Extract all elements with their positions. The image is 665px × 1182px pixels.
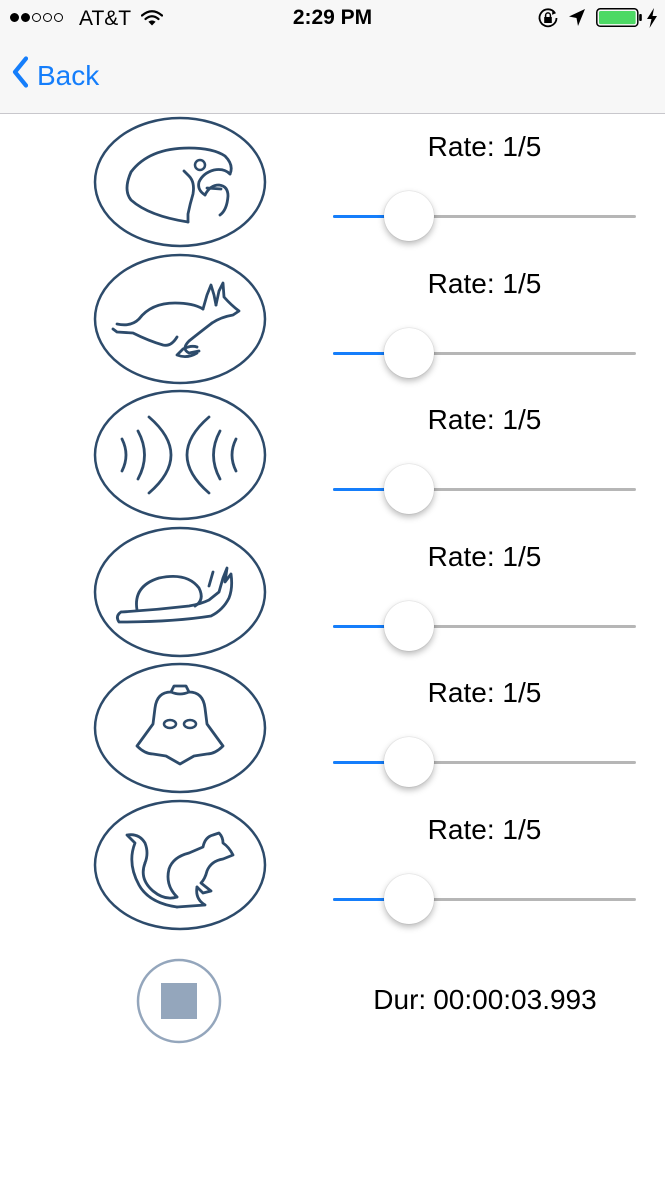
echo-waves-icon xyxy=(93,389,267,521)
rate-label: Rate: 1/5 xyxy=(427,131,542,162)
echo-effect-button[interactable] xyxy=(93,389,267,521)
clock: 2:29 PM xyxy=(292,6,373,29)
rabbit-effect-button[interactable] xyxy=(93,253,267,385)
duration-label: Dur: xyxy=(373,984,427,1015)
darth-vader-icon xyxy=(93,663,267,794)
rate-label: Rate: 1/5 xyxy=(427,404,542,436)
duration-value: 00:00:03.993 xyxy=(433,984,597,1015)
rate-slider[interactable] xyxy=(333,600,636,651)
rate-label: Rate: 1/5 xyxy=(427,267,542,299)
rate-slider[interactable] xyxy=(333,327,636,378)
rabbit-icon xyxy=(93,253,267,384)
slider-thumb[interactable] xyxy=(383,873,434,924)
rate-label: Rate: 1/5 xyxy=(427,540,542,572)
effect-row-parrot: Rate: 1/5 xyxy=(0,114,665,251)
location-arrow-icon xyxy=(568,8,586,33)
slider-thumb[interactable] xyxy=(383,327,434,378)
snail-icon xyxy=(93,526,267,658)
charging-bolt-icon xyxy=(646,8,658,33)
rotation-lock-icon xyxy=(537,7,559,34)
chevron-left-icon xyxy=(12,56,29,95)
stop-button[interactable] xyxy=(136,958,222,1044)
parrot-effect-button[interactable] xyxy=(93,116,267,248)
squirrel-effect-button[interactable] xyxy=(93,799,267,931)
effect-row-echo: Rate: 1/5 xyxy=(0,387,665,524)
navigation-bar: Back xyxy=(0,40,665,114)
slider-thumb[interactable] xyxy=(383,464,434,515)
rate-label: Rate: 1/5 xyxy=(427,813,542,845)
duration-readout: Dur: 00:00:03.993 xyxy=(335,984,635,1016)
squirrel-icon xyxy=(93,799,267,931)
slider-thumb[interactable] xyxy=(383,737,434,788)
rate-label: Rate: 1/5 xyxy=(427,677,542,709)
voice-effects-list: Rate: 1/5 Rate: 1/5 Rate: 1/5 Rate: 1/5 … xyxy=(0,114,665,934)
back-label: Back xyxy=(37,59,100,91)
vader-effect-button[interactable] xyxy=(93,662,267,794)
battery-icon xyxy=(596,8,644,33)
back-button[interactable]: Back xyxy=(12,56,99,95)
rate-slider[interactable] xyxy=(333,737,636,788)
effect-row-vader: Rate: 1/5 xyxy=(0,660,665,797)
rate-slider[interactable] xyxy=(333,191,636,241)
rate-slider[interactable] xyxy=(333,873,636,924)
slider-thumb[interactable] xyxy=(383,600,434,651)
parrot-icon xyxy=(93,116,267,248)
effect-row-rabbit: Rate: 1/5 xyxy=(0,251,665,388)
effect-row-snail: Rate: 1/5 xyxy=(0,524,665,661)
rate-slider[interactable] xyxy=(333,464,636,515)
snail-effect-button[interactable] xyxy=(93,526,267,658)
status-bar: AT&T 2:29 PM xyxy=(0,0,665,40)
effect-row-squirrel: Rate: 1/5 xyxy=(0,797,665,934)
slider-thumb[interactable] xyxy=(383,191,434,241)
stop-icon xyxy=(136,958,222,1044)
